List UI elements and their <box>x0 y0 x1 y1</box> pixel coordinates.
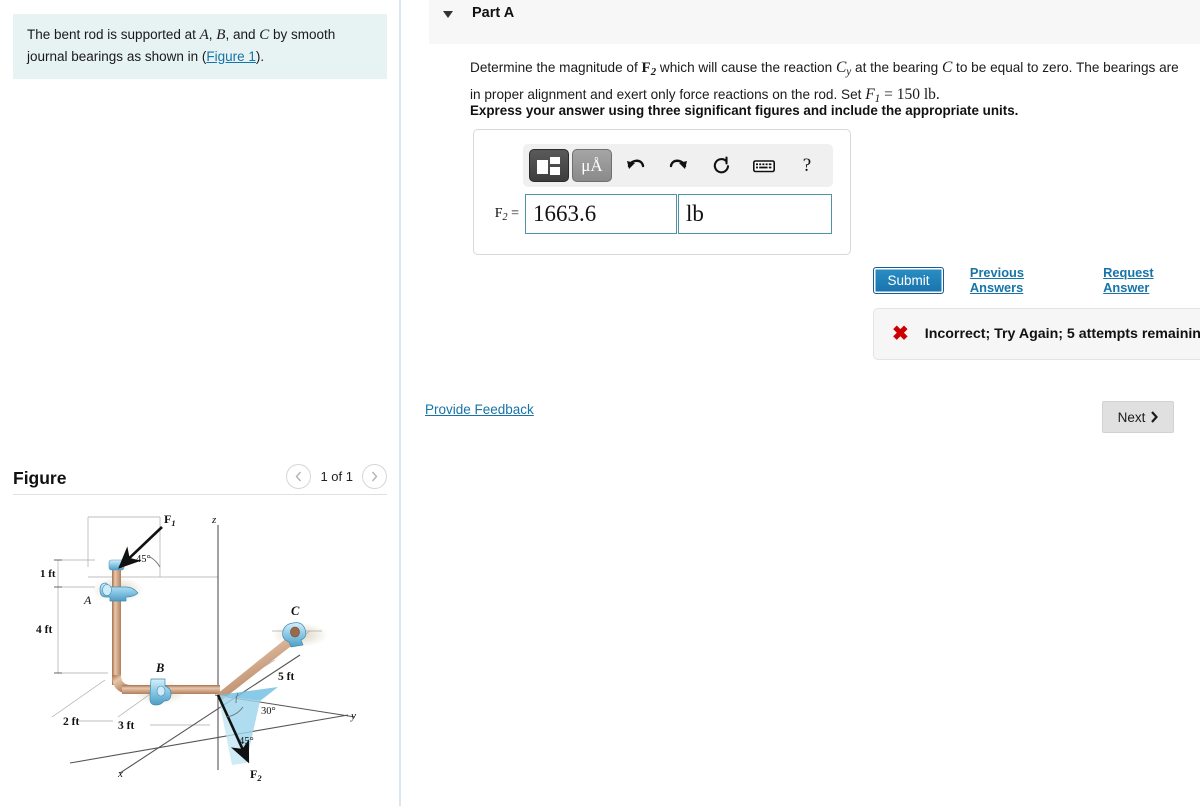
caret-down-icon[interactable] <box>443 11 453 18</box>
answer-instruction: Express your answer using three signific… <box>470 103 1019 118</box>
label-axis-x: x <box>117 768 123 780</box>
chevron-right-icon <box>371 471 378 482</box>
part-a-header[interactable]: Part A <box>429 0 1200 44</box>
label-dim-1ft: 1 ft <box>40 568 56 580</box>
part-a-title: Part A <box>472 5 515 21</box>
template-icon[interactable] <box>529 149 569 182</box>
intro-sep-2: , and <box>225 27 260 42</box>
problem-intro: The bent rod is supported at A, B, and C… <box>13 14 387 80</box>
figure-header: Figure 1 of 1 <box>13 462 387 494</box>
intro-point-a: A <box>199 27 209 43</box>
chevron-right-icon <box>1151 411 1159 423</box>
question-f1: F1 <box>865 85 881 105</box>
answer-units-input[interactable] <box>678 194 832 234</box>
next-button-label: Next <box>1117 409 1146 425</box>
next-button[interactable]: Next <box>1102 401 1174 433</box>
figure-counter: 1 of 1 <box>320 469 353 484</box>
label-axis-y: y <box>350 710 356 722</box>
question-part-5: = 150 lb. <box>880 85 940 103</box>
question-part-3: at the bearing <box>851 60 942 75</box>
question-part-1: Determine the magnitude of <box>470 60 642 75</box>
answer-variable-label: F2 = <box>494 205 519 223</box>
chevron-left-icon <box>296 471 302 482</box>
previous-answers-link[interactable]: Previous Answers <box>970 265 1077 295</box>
label-bearing-a: A <box>83 593 92 607</box>
keyboard-icon[interactable] <box>744 149 784 182</box>
label-dim-3ft: 3 ft <box>118 720 134 732</box>
figure-prev-button[interactable] <box>286 464 312 489</box>
label-bearing-c: C <box>291 604 300 618</box>
intro-text-end: ). <box>255 48 265 64</box>
intro-text-before: The bent rod is supported at <box>27 27 200 42</box>
feedback-message: Incorrect; Try Again; 5 attempts remaini… <box>924 326 1200 342</box>
units-icon[interactable]: μÅ <box>572 149 612 182</box>
submit-row: Submit Previous Answers Request Answer <box>873 265 1200 295</box>
figure-title: Figure <box>13 468 67 488</box>
equation-toolbar: μÅ ? <box>523 144 833 187</box>
intro-point-c: C <box>259 27 270 43</box>
figure-navigation: 1 of 1 <box>286 464 387 489</box>
label-f1: F1 <box>164 512 176 528</box>
label-angle-45-bottom: 45° <box>239 736 254 747</box>
label-dim-4ft: 4 ft <box>36 624 52 636</box>
answer-equation-row: F2 = <box>474 194 850 234</box>
label-f2: F2 <box>250 767 262 783</box>
answer-value-input[interactable] <box>525 194 677 234</box>
redo-icon[interactable] <box>658 149 698 182</box>
question-f2: F2 <box>641 60 657 79</box>
x-mark-icon: ✖ <box>892 323 909 345</box>
left-panel: The bent rod is supported at A, B, and C… <box>0 0 401 806</box>
bent-rod-diagram-svg: F1 F2 45° 30° 45° 1 ft 4 ft 2 ft 3 ft 5 … <box>36 512 356 783</box>
question-part-2: which will cause the reaction <box>656 60 836 75</box>
undo-icon[interactable] <box>615 149 655 182</box>
answer-entry-panel: μÅ ? F2 = 1663.6 lb <box>473 129 851 255</box>
label-axis-z: z <box>211 514 217 526</box>
figure-next-button[interactable] <box>362 464 387 489</box>
figure-diagram[interactable]: F1 F2 45° 30° 45° 1 ft 4 ft 2 ft 3 ft 5 … <box>10 505 392 805</box>
feedback-banner: ✖ Incorrect; Try Again; 5 attempts remai… <box>873 308 1200 360</box>
question-cy: Cy <box>835 59 852 79</box>
figure-divider <box>13 494 387 495</box>
submit-button[interactable]: Submit <box>873 266 944 294</box>
request-answer-link[interactable]: Request Answer <box>1103 265 1200 295</box>
label-bearing-b: B <box>155 661 164 675</box>
label-angle-30: 30° <box>261 706 276 717</box>
figure-1-link[interactable]: Figure 1 <box>206 49 256 64</box>
label-dim-5ft: 5 ft <box>278 671 294 683</box>
help-icon[interactable]: ? <box>787 149 827 182</box>
provide-feedback-link[interactable]: Provide Feedback <box>425 402 534 417</box>
label-angle-45-top: 45° <box>136 554 151 565</box>
question-c: C <box>941 59 953 76</box>
question-text: Determine the magnitude of F2 which will… <box>470 55 1180 108</box>
reset-icon[interactable] <box>701 149 741 182</box>
label-dim-2ft: 2 ft <box>63 716 79 728</box>
page-root: The bent rod is supported at A, B, and C… <box>0 0 1200 806</box>
